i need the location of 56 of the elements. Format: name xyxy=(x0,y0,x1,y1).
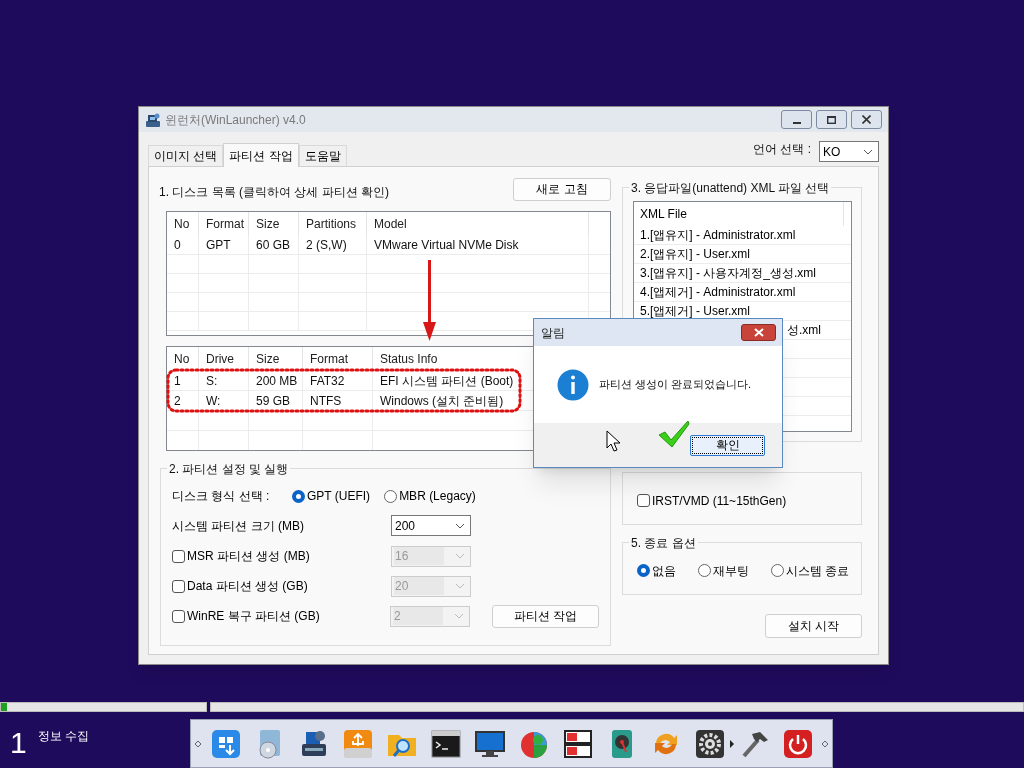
table-cell: GPT xyxy=(199,236,249,254)
refresh-button[interactable]: 새로 고침 xyxy=(513,177,611,201)
radio-label[interactable]: 없음 xyxy=(652,561,676,580)
table-cell: 0 xyxy=(167,236,199,254)
column-header[interactable]: Drive xyxy=(199,347,249,371)
table-cell: FAT32 xyxy=(303,371,373,390)
checkbox-label[interactable]: IRST/VMD (11~15thGen) xyxy=(652,491,787,510)
dropdown-value: 20 xyxy=(394,577,444,595)
list-item[interactable]: 3.[앱유지] - 사용자계정_생성.xml xyxy=(634,264,851,283)
table-cell: NTFS xyxy=(303,391,373,410)
step-number: 1 xyxy=(10,728,27,758)
table-cell: 200 MB xyxy=(249,371,303,390)
table-cell: 2 xyxy=(167,391,199,410)
tab[interactable]: 도움말 xyxy=(298,145,347,166)
column-header[interactable]: Model xyxy=(367,212,589,236)
list-item[interactable]: 2.[앱유지] - User.xml xyxy=(634,245,851,264)
ok-button[interactable]: 확인 xyxy=(690,434,765,456)
table-cell: 60 GB xyxy=(249,236,299,254)
section-title: 1. 디스크 목록 (클릭하여 상세 파티션 확인) xyxy=(159,184,389,201)
dialog-title: 알림 xyxy=(541,324,565,342)
radio-label[interactable]: MBR (Legacy) xyxy=(399,487,476,505)
table-cell: 2 (S,W) xyxy=(299,236,367,254)
dropdown-value: 2 xyxy=(392,607,443,625)
column-header[interactable]: Format xyxy=(303,347,373,371)
table-cell: S: xyxy=(199,371,249,390)
column-header[interactable]: No xyxy=(167,347,199,371)
language-label: 언어 선택 : xyxy=(753,141,811,158)
column-header[interactable]: Format xyxy=(199,212,249,236)
column-header[interactable]: Partitions xyxy=(299,212,367,236)
column-header[interactable]: Size xyxy=(249,212,299,236)
column-header[interactable]: XML File xyxy=(634,202,844,226)
column-header[interactable]: No xyxy=(167,212,199,236)
install-button[interactable]: 설치 시작 xyxy=(765,614,862,638)
dialog-message: 파티션 생성이 완료되었습니다. xyxy=(599,377,752,393)
table-cell: W: xyxy=(199,391,249,410)
dropdown-value: 200 xyxy=(394,517,417,535)
dropdown[interactable]: 200 xyxy=(391,515,471,536)
list-item[interactable]: 1.[앱유지] - Administrator.xml xyxy=(634,226,851,245)
radio-label[interactable]: GPT (UEFI) xyxy=(307,487,371,505)
step-text: 정보 수집 xyxy=(38,728,90,745)
partition-button[interactable]: 파티션 작업 xyxy=(491,604,599,628)
field-label: 시스템 파티션 크기 (MB) xyxy=(172,517,305,535)
field-label: 디스크 형식 선택 : xyxy=(172,488,271,505)
radio-label[interactable]: 시스템 종료 xyxy=(786,561,850,580)
radio-label[interactable]: 재부팅 xyxy=(713,561,749,580)
tab[interactable]: 이미지 선택 xyxy=(148,145,224,166)
list-item[interactable]: 4.[앱제거] - Administrator.xml xyxy=(634,283,851,302)
tab[interactable]: 파티션 작업 xyxy=(223,143,299,167)
dropdown-value: 16 xyxy=(394,547,444,565)
dropdown-value: KO xyxy=(822,143,842,161)
dropdown[interactable]: KO xyxy=(819,141,879,162)
table-cell: VMware Virtual NVMe Disk xyxy=(367,236,589,254)
window-title: 윈런처(WinLauncher) v4.0 xyxy=(165,111,306,129)
table-cell: 59 GB xyxy=(249,391,303,410)
column-header[interactable]: Size xyxy=(249,347,303,371)
table-cell: 1 xyxy=(167,371,199,390)
